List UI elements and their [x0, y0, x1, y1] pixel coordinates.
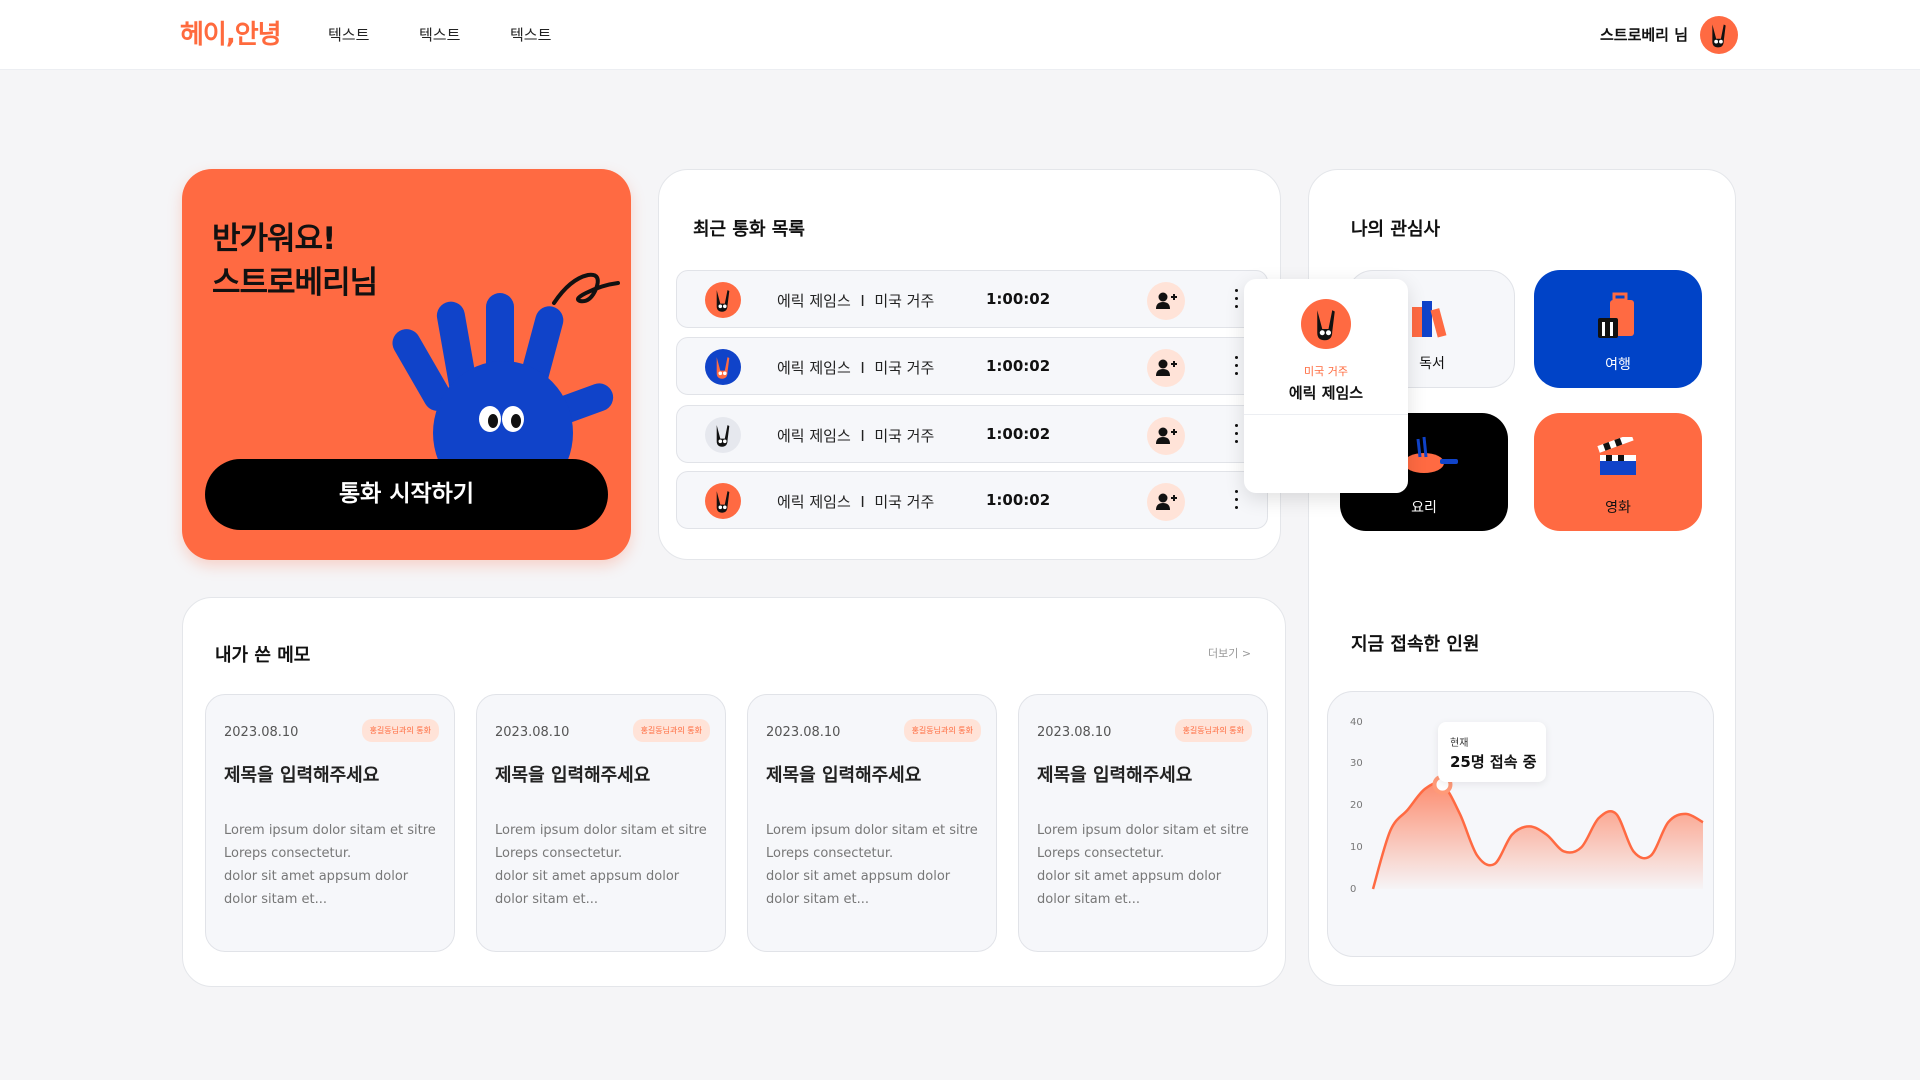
- caller-avatar: [705, 282, 741, 318]
- add-user-icon: [1156, 359, 1177, 376]
- more-options-icon[interactable]: [1232, 353, 1240, 379]
- interest-label: 영화: [1605, 500, 1631, 516]
- recent-calls-title: 최근 통화 목록: [693, 219, 805, 240]
- welcome-greeting: 반가워요!: [212, 221, 336, 257]
- online-title: 지금 접속한 인원: [1351, 634, 1480, 655]
- memo-date: 2023.08.10: [224, 725, 299, 740]
- caller-profile-popup[interactable]: 미국 거주 에릭 제임스: [1244, 279, 1408, 493]
- caller-info: 에릭 제임스 I 미국 거주: [777, 359, 935, 377]
- memo-tag: 홍길동님과의 통화: [361, 719, 439, 742]
- memo-tag: 홍길동님과의 통화: [632, 719, 710, 742]
- welcome-username: 스트로베리님: [212, 265, 378, 301]
- memo-title: 제목을 입력해주세요: [495, 765, 651, 786]
- call-row[interactable]: 에릭 제임스 I 미국 거주 1:00:02: [676, 270, 1268, 328]
- caller-info: 에릭 제임스 I 미국 거주: [777, 493, 935, 511]
- add-friend-button[interactable]: [1147, 282, 1185, 320]
- call-row[interactable]: 에릭 제임스 I 미국 거주 1:00:02: [676, 405, 1268, 463]
- call-duration: 1:00:02: [986, 357, 1051, 375]
- memo-date: 2023.08.10: [766, 725, 841, 740]
- interest-travel[interactable]: 여행: [1534, 270, 1702, 388]
- call-row[interactable]: 에릭 제임스 I 미국 거주 1:00:02: [676, 471, 1268, 529]
- logo[interactable]: 헤이,안녕: [180, 14, 282, 51]
- user-avatar[interactable]: [1700, 16, 1738, 54]
- call-duration: 1:00:02: [986, 491, 1051, 509]
- popup-name: 에릭 제임스: [1288, 384, 1364, 402]
- user-name[interactable]: 스트로베리 님: [1600, 24, 1688, 45]
- tooltip-value: 25명 접속 중: [1450, 753, 1537, 771]
- memo-body: Lorem ipsum dolor sitam et sitre Loreps c…: [1037, 823, 1249, 907]
- interest-movie[interactable]: 영화: [1534, 413, 1702, 531]
- more-options-icon[interactable]: [1232, 421, 1240, 447]
- memo-card[interactable]: 2023.08.10 홍길동님과의 통화 제목을 입력해주세요 Lorem ip…: [1018, 694, 1268, 952]
- memo-tag: 홍길동님과의 통화: [1174, 719, 1252, 742]
- popup-avatar: [1301, 299, 1351, 349]
- tooltip-label: 현재: [1450, 738, 1469, 749]
- memo-date: 2023.08.10: [1037, 725, 1112, 740]
- online-chart-box: 40 30 20 10 0 현재 25명 접속 중: [1327, 691, 1714, 957]
- interests-title: 나의 관심사: [1351, 219, 1441, 240]
- caller-avatar: [705, 417, 741, 453]
- caller-info: 에릭 제임스 I 미국 거주: [777, 427, 935, 445]
- popup-divider: [1244, 414, 1408, 415]
- call-duration: 1:00:02: [986, 290, 1051, 308]
- add-friend-button[interactable]: [1147, 483, 1185, 521]
- interest-label: 요리: [1411, 500, 1437, 516]
- memo-card[interactable]: 2023.08.10 홍길동님과의 통화 제목을 입력해주세요 Lorem ip…: [476, 694, 726, 952]
- add-user-icon: [1156, 427, 1177, 444]
- memo-title: 제목을 입력해주세요: [1037, 765, 1193, 786]
- clapperboard-icon: [1597, 437, 1636, 475]
- memo-title: 제목을 입력해주세요: [224, 765, 380, 786]
- add-friend-button[interactable]: [1147, 417, 1185, 455]
- memo-body: Lorem ipsum dolor sitam et sitre Loreps c…: [224, 823, 436, 907]
- more-options-icon[interactable]: [1232, 286, 1240, 312]
- books-icon: [1412, 301, 1447, 338]
- nav-item-2[interactable]: 텍스트: [419, 24, 460, 45]
- top-header: 헤이,안녕 텍스트 텍스트 텍스트 스트로베리 님: [0, 0, 1920, 70]
- memo-title: 제목을 입력해주세요: [766, 765, 922, 786]
- memos-more-link[interactable]: 더보기 >: [1208, 645, 1251, 661]
- online-tooltip: 현재 25명 접속 중: [1438, 722, 1546, 782]
- more-options-icon[interactable]: [1232, 487, 1240, 513]
- add-friend-button[interactable]: [1147, 349, 1185, 387]
- nav-item-1[interactable]: 텍스트: [328, 24, 369, 45]
- memo-card[interactable]: 2023.08.10 홍길동님과의 통화 제목을 입력해주세요 Lorem ip…: [747, 694, 997, 952]
- recent-calls-card: 최근 통화 목록 에릭 제임스 I 미국 거주 1:00:02 에릭 제임스 I…: [658, 169, 1281, 560]
- luggage-icon: [1598, 292, 1634, 338]
- chart-area-fill: [1373, 782, 1703, 889]
- popup-location: 미국 거주: [1304, 365, 1348, 378]
- memo-card[interactable]: 2023.08.10 홍길동님과의 통화 제목을 입력해주세요 Lorem ip…: [205, 694, 455, 952]
- interest-label: 여행: [1605, 357, 1631, 373]
- start-call-button[interactable]: 통화 시작하기: [205, 459, 608, 530]
- caller-avatar: [705, 483, 741, 519]
- memos-title: 내가 쓴 메모: [215, 645, 311, 666]
- memo-date: 2023.08.10: [495, 725, 570, 740]
- call-row[interactable]: 에릭 제임스 I 미국 거주 1:00:02: [676, 337, 1268, 395]
- memo-body: Lorem ipsum dolor sitam et sitre Loreps c…: [766, 823, 978, 907]
- call-duration: 1:00:02: [986, 425, 1051, 443]
- add-user-icon: [1156, 292, 1177, 309]
- memo-tag: 홍길동님과의 통화: [903, 719, 981, 742]
- add-user-icon: [1156, 493, 1177, 510]
- welcome-card: 반가워요! 스트로베리님 통화 시작하기: [182, 169, 631, 560]
- caller-avatar: [705, 349, 741, 385]
- caller-info: 에릭 제임스 I 미국 거주: [777, 292, 935, 310]
- nav-item-3[interactable]: 텍스트: [510, 24, 551, 45]
- memo-body: Lorem ipsum dolor sitam et sitre Loreps c…: [495, 823, 707, 907]
